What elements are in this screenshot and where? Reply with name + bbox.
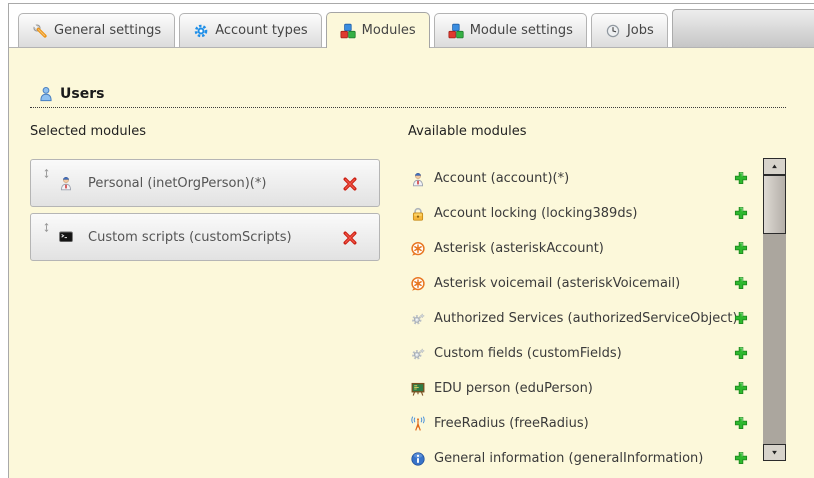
tab-bar: General settings Account types Modules M… — [9, 4, 814, 48]
available-module-label: FreeRadius (freeRadius) — [434, 416, 589, 431]
asterisk-icon — [410, 276, 426, 292]
modules-icon — [448, 23, 464, 39]
add-module-button[interactable] — [733, 450, 749, 466]
available-module-row: EDU person (eduPerson) — [408, 371, 786, 406]
users-section-title: Users — [30, 86, 786, 108]
selected-module-label: Custom scripts (customScripts) — [88, 230, 292, 245]
add-module-button[interactable] — [733, 415, 749, 431]
available-modules-heading: Available modules — [408, 124, 526, 139]
clock-icon — [605, 23, 621, 39]
scroll-up-button[interactable] — [763, 158, 786, 175]
tab-bar-filler — [672, 9, 814, 47]
gear-icon — [193, 23, 209, 39]
scroll-down-icon — [770, 448, 779, 457]
tab-general-settings[interactable]: General settings — [18, 13, 175, 47]
info-icon — [410, 451, 426, 467]
tab-label: Account types — [215, 23, 307, 38]
available-module-row: Custom fields (customFields) — [408, 336, 786, 371]
available-module-row: Authorized Services (authorizedServiceOb… — [408, 301, 786, 336]
tab-module-settings[interactable]: Module settings — [434, 13, 587, 47]
tab-modules[interactable]: Modules — [326, 12, 430, 48]
tab-label: General settings — [54, 23, 161, 38]
tab-label: Modules — [362, 23, 416, 38]
config-panel: General settings Account types Modules M… — [8, 3, 814, 478]
scroll-down-button[interactable] — [763, 444, 786, 461]
available-module-row: Account locking (locking389ds) — [408, 196, 786, 231]
asterisk-icon — [410, 241, 426, 257]
available-module-label: Custom fields (customFields) — [434, 346, 622, 361]
lock-icon — [410, 206, 426, 222]
scroll-up-icon — [770, 162, 779, 171]
selected-modules-list: Personal (inetOrgPerson)(*) Custom scrip… — [30, 159, 380, 267]
antenna-icon — [410, 416, 426, 432]
available-modules-list: Account (account)(*) Account locking (lo… — [408, 161, 786, 476]
available-module-label: EDU person (eduPerson) — [434, 381, 593, 396]
available-module-label: Account locking (locking389ds) — [434, 206, 637, 221]
add-module-button[interactable] — [733, 345, 749, 361]
available-module-label: Authorized Services (authorizedServiceOb… — [434, 311, 738, 326]
selected-modules-heading: Selected modules — [30, 124, 146, 139]
add-module-button[interactable] — [733, 170, 749, 186]
add-module-button[interactable] — [733, 310, 749, 326]
gears-icon — [410, 311, 426, 327]
available-module-row: Asterisk voicemail (asteriskVoicemail) — [408, 266, 786, 301]
add-module-button[interactable] — [733, 380, 749, 396]
person-icon — [58, 175, 74, 191]
available-module-row: FreeRadius (freeRadius) — [408, 406, 786, 441]
available-module-row: Asterisk (asteriskAccount) — [408, 231, 786, 266]
drag-handle-icon[interactable] — [41, 220, 52, 235]
available-module-row: Account (account)(*) — [408, 161, 786, 196]
tab-label: Jobs — [627, 23, 654, 38]
add-module-button[interactable] — [733, 240, 749, 256]
available-module-label: General information (generalInformation) — [434, 451, 703, 466]
modules-icon — [340, 23, 356, 39]
available-module-label: Asterisk (asteriskAccount) — [434, 241, 604, 256]
terminal-icon — [58, 229, 74, 245]
tab-jobs[interactable]: Jobs — [591, 13, 668, 47]
add-module-button[interactable] — [733, 275, 749, 291]
add-module-button[interactable] — [733, 205, 749, 221]
available-module-row: General information (generalInformation) — [408, 441, 786, 476]
drag-handle-icon[interactable] — [41, 166, 52, 181]
section-title-text: Users — [60, 86, 104, 102]
tab-account-types[interactable]: Account types — [179, 13, 321, 47]
gears-icon — [410, 346, 426, 362]
person-icon — [410, 171, 426, 187]
scrollbar-thumb[interactable] — [763, 175, 786, 234]
selected-module-row[interactable]: Personal (inetOrgPerson)(*) — [30, 159, 380, 207]
remove-module-button[interactable] — [342, 176, 358, 192]
remove-module-button[interactable] — [342, 230, 358, 246]
wrench-icon — [32, 23, 48, 39]
user-icon — [38, 86, 54, 102]
tab-label: Module settings — [470, 23, 573, 38]
chalkboard-icon — [410, 381, 426, 397]
modules-tab-content: Users Selected modules Available modules… — [9, 48, 814, 478]
selected-module-label: Personal (inetOrgPerson)(*) — [88, 176, 266, 191]
available-module-label: Account (account)(*) — [434, 171, 569, 186]
available-module-label: Asterisk voicemail (asteriskVoicemail) — [434, 276, 680, 291]
scrollbar[interactable] — [763, 158, 786, 461]
selected-module-row[interactable]: Custom scripts (customScripts) — [30, 213, 380, 261]
